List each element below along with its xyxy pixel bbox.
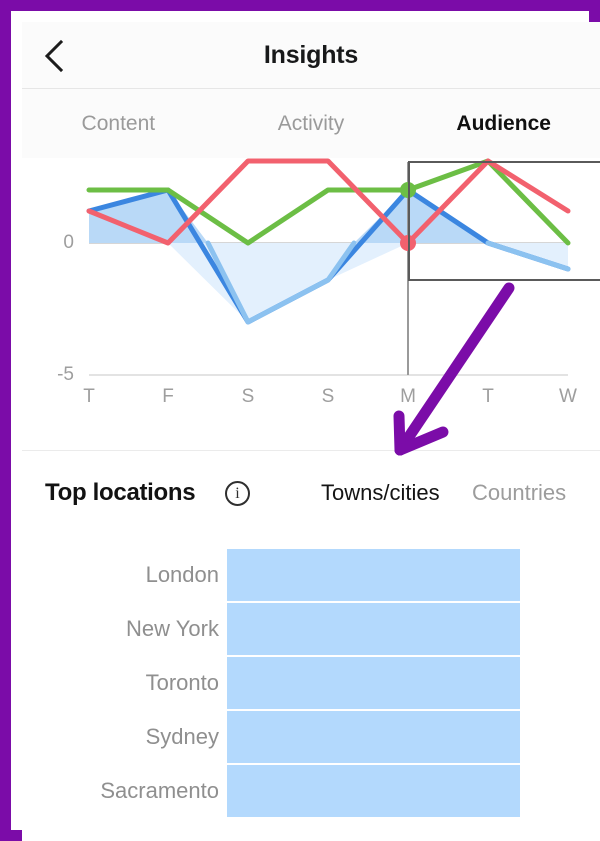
app-header: Insights bbox=[22, 22, 600, 89]
tab-activity[interactable]: Activity bbox=[215, 89, 408, 158]
tab-audience[interactable]: Audience bbox=[407, 89, 600, 158]
list-item[interactable]: New York bbox=[22, 603, 600, 655]
y-tick-m5: -5 bbox=[57, 364, 74, 385]
audience-chart[interactable]: 0 -5 T F S S M T W bbox=[22, 158, 600, 451]
annotation-frame: Insights Content Activity Audience 0 -5 … bbox=[0, 0, 600, 841]
x-tick-3: S bbox=[321, 386, 335, 407]
app-screen: Insights Content Activity Audience 0 -5 … bbox=[22, 22, 600, 841]
x-tick-6: W bbox=[559, 386, 577, 407]
location-name: Sydney bbox=[145, 724, 219, 749]
location-name: New York bbox=[126, 616, 219, 641]
location-name: Toronto bbox=[145, 670, 219, 695]
y-tick-0: 0 bbox=[63, 232, 74, 253]
x-tick-1: F bbox=[162, 386, 174, 407]
top-locations-header: Top locations i Towns/cities Countries bbox=[22, 472, 600, 518]
location-bar bbox=[227, 549, 520, 601]
list-item[interactable]: Sacramento bbox=[22, 765, 600, 817]
location-bar bbox=[227, 603, 520, 655]
section-title: Top locations bbox=[45, 479, 196, 506]
x-tick-4: M bbox=[400, 386, 416, 407]
list-item[interactable]: Toronto bbox=[22, 657, 600, 709]
list-item[interactable]: Sydney bbox=[22, 711, 600, 763]
top-locations-section: Top locations i Towns/cities Countries L… bbox=[22, 452, 600, 841]
tab-content[interactable]: Content bbox=[22, 89, 215, 158]
chart-tooltip-box bbox=[408, 161, 600, 281]
info-circle-icon[interactable]: i bbox=[225, 481, 250, 506]
tab-bar: Content Activity Audience bbox=[22, 89, 600, 158]
x-tick-0: T bbox=[83, 386, 95, 407]
location-bar bbox=[227, 711, 520, 763]
x-tick-5: T bbox=[482, 386, 494, 407]
location-bar bbox=[227, 765, 520, 817]
x-tick-2: S bbox=[241, 386, 255, 407]
list-item[interactable]: London bbox=[22, 549, 600, 601]
toggle-countries[interactable]: Countries bbox=[472, 472, 566, 514]
page-title: Insights bbox=[263, 41, 359, 69]
location-bar-list: London New York Toronto Sydney Sacrament… bbox=[22, 549, 600, 819]
location-bar bbox=[227, 657, 520, 709]
location-name: London bbox=[145, 562, 219, 587]
toggle-towns-cities[interactable]: Towns/cities bbox=[321, 472, 440, 514]
location-name: Sacramento bbox=[100, 778, 219, 803]
